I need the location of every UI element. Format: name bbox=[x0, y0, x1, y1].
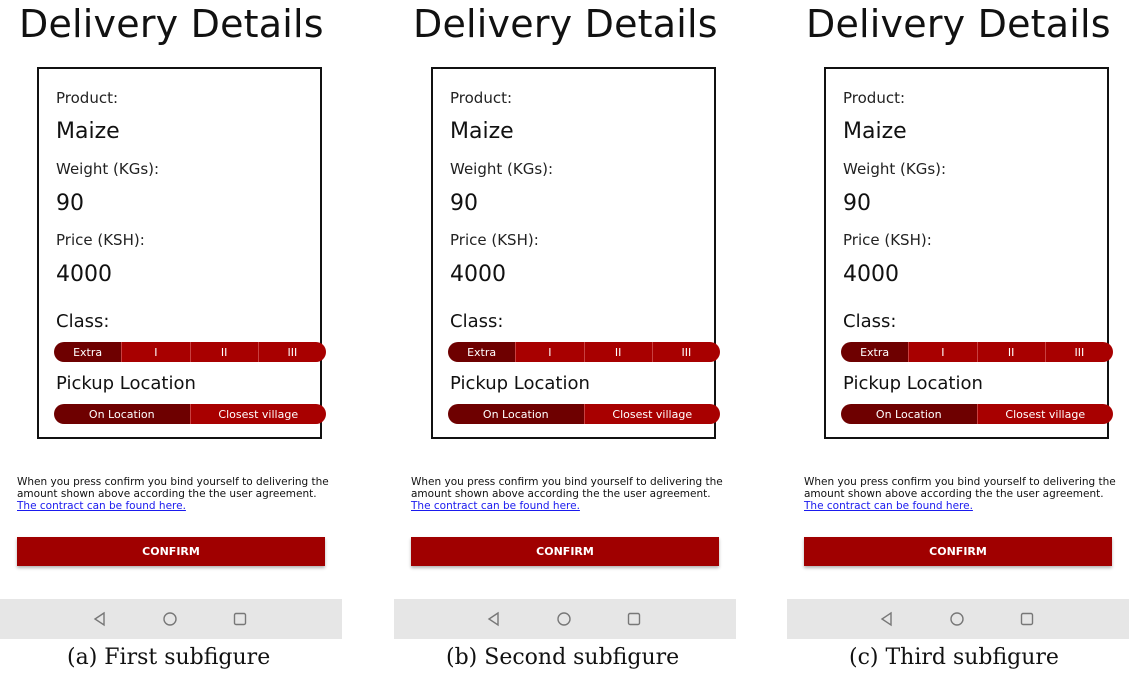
subfigure-caption: (a) First subfigure bbox=[67, 645, 271, 670]
product-label: Product: bbox=[450, 89, 513, 107]
notice-text: When you press confirm you bind yourself… bbox=[804, 476, 1116, 500]
confirm-button[interactable]: CONFIRM bbox=[17, 537, 325, 566]
class-option-ii[interactable]: II bbox=[583, 342, 652, 362]
product-value: Maize bbox=[843, 119, 907, 144]
system-nav-bar bbox=[0, 599, 342, 639]
home-icon[interactable] bbox=[162, 611, 178, 627]
class-option-iii[interactable]: III bbox=[651, 342, 720, 362]
pickup-option-closest-village[interactable]: Closest village bbox=[976, 404, 1113, 424]
home-icon[interactable] bbox=[556, 611, 572, 627]
system-nav-bar bbox=[394, 599, 736, 639]
subfigure-caption: (c) Third subfigure bbox=[849, 645, 1059, 670]
screen-a: Delivery Details Product: Maize Weight (… bbox=[0, 0, 347, 682]
price-value: 4000 bbox=[56, 262, 112, 287]
price-label: Price (KSH): bbox=[843, 231, 932, 249]
recents-icon[interactable] bbox=[232, 611, 248, 627]
home-icon[interactable] bbox=[949, 611, 965, 627]
pickup-option-on-location[interactable]: On Location bbox=[54, 404, 190, 424]
screen-c: Delivery Details Product: Maize Weight (… bbox=[787, 0, 1134, 682]
class-option-ii[interactable]: II bbox=[189, 342, 258, 362]
class-option-extra[interactable]: Extra bbox=[448, 342, 516, 362]
contract-link[interactable]: The contract can be found here. bbox=[411, 500, 580, 512]
class-option-ii[interactable]: II bbox=[976, 342, 1045, 362]
agreement-notice: When you press confirm you bind yourself… bbox=[17, 476, 337, 512]
class-option-iii[interactable]: III bbox=[1044, 342, 1113, 362]
weight-label: Weight (KGs): bbox=[56, 160, 160, 178]
agreement-notice: When you press confirm you bind yourself… bbox=[411, 476, 731, 512]
product-label: Product: bbox=[843, 89, 906, 107]
recents-icon[interactable] bbox=[626, 611, 642, 627]
price-label: Price (KSH): bbox=[450, 231, 539, 249]
price-value: 4000 bbox=[843, 262, 899, 287]
class-segmented-control: Extra I II III bbox=[841, 342, 1113, 362]
class-option-i[interactable]: I bbox=[908, 342, 977, 362]
agreement-notice: When you press confirm you bind yourself… bbox=[804, 476, 1124, 512]
page-title: Delivery Details bbox=[413, 2, 718, 46]
system-nav-bar bbox=[787, 599, 1129, 639]
class-label: Class: bbox=[843, 311, 897, 332]
class-option-i[interactable]: I bbox=[121, 342, 190, 362]
pickup-segmented-control: On Location Closest village bbox=[448, 404, 720, 424]
class-option-iii[interactable]: III bbox=[257, 342, 326, 362]
product-value: Maize bbox=[56, 119, 120, 144]
back-icon[interactable] bbox=[486, 611, 502, 627]
contract-link[interactable]: The contract can be found here. bbox=[17, 500, 186, 512]
product-value: Maize bbox=[450, 119, 514, 144]
class-label: Class: bbox=[450, 311, 504, 332]
page-title: Delivery Details bbox=[806, 2, 1111, 46]
notice-text: When you press confirm you bind yourself… bbox=[411, 476, 723, 500]
confirm-button[interactable]: CONFIRM bbox=[804, 537, 1112, 566]
recents-icon[interactable] bbox=[1019, 611, 1035, 627]
class-option-extra[interactable]: Extra bbox=[841, 342, 909, 362]
class-segmented-control: Extra I II III bbox=[54, 342, 326, 362]
class-segmented-control: Extra I II III bbox=[448, 342, 720, 362]
class-label: Class: bbox=[56, 311, 110, 332]
weight-value: 90 bbox=[450, 191, 478, 216]
details-card: Product: Maize Weight (KGs): 90 Price (K… bbox=[824, 67, 1113, 439]
confirm-button[interactable]: CONFIRM bbox=[411, 537, 719, 566]
price-value: 4000 bbox=[450, 262, 506, 287]
pickup-label: Pickup Location bbox=[56, 373, 196, 394]
pickup-segmented-control: On Location Closest village bbox=[841, 404, 1113, 424]
details-card: Product: Maize Weight (KGs): 90 Price (K… bbox=[37, 67, 326, 439]
pickup-option-closest-village[interactable]: Closest village bbox=[189, 404, 326, 424]
weight-label: Weight (KGs): bbox=[843, 160, 947, 178]
weight-value: 90 bbox=[56, 191, 84, 216]
product-label: Product: bbox=[56, 89, 119, 107]
subfigure-caption: (b) Second subfigure bbox=[446, 645, 680, 670]
class-option-i[interactable]: I bbox=[515, 342, 584, 362]
contract-link[interactable]: The contract can be found here. bbox=[804, 500, 973, 512]
screen-b: Delivery Details Product: Maize Weight (… bbox=[394, 0, 741, 682]
pickup-label: Pickup Location bbox=[843, 373, 983, 394]
weight-label: Weight (KGs): bbox=[450, 160, 554, 178]
pickup-option-closest-village[interactable]: Closest village bbox=[583, 404, 720, 424]
back-icon[interactable] bbox=[879, 611, 895, 627]
pickup-label: Pickup Location bbox=[450, 373, 590, 394]
page-title: Delivery Details bbox=[19, 2, 324, 46]
pickup-segmented-control: On Location Closest village bbox=[54, 404, 326, 424]
pickup-option-on-location[interactable]: On Location bbox=[448, 404, 584, 424]
notice-text: When you press confirm you bind yourself… bbox=[17, 476, 329, 500]
back-icon[interactable] bbox=[92, 611, 108, 627]
pickup-option-on-location[interactable]: On Location bbox=[841, 404, 977, 424]
weight-value: 90 bbox=[843, 191, 871, 216]
price-label: Price (KSH): bbox=[56, 231, 145, 249]
details-card: Product: Maize Weight (KGs): 90 Price (K… bbox=[431, 67, 720, 439]
class-option-extra[interactable]: Extra bbox=[54, 342, 122, 362]
